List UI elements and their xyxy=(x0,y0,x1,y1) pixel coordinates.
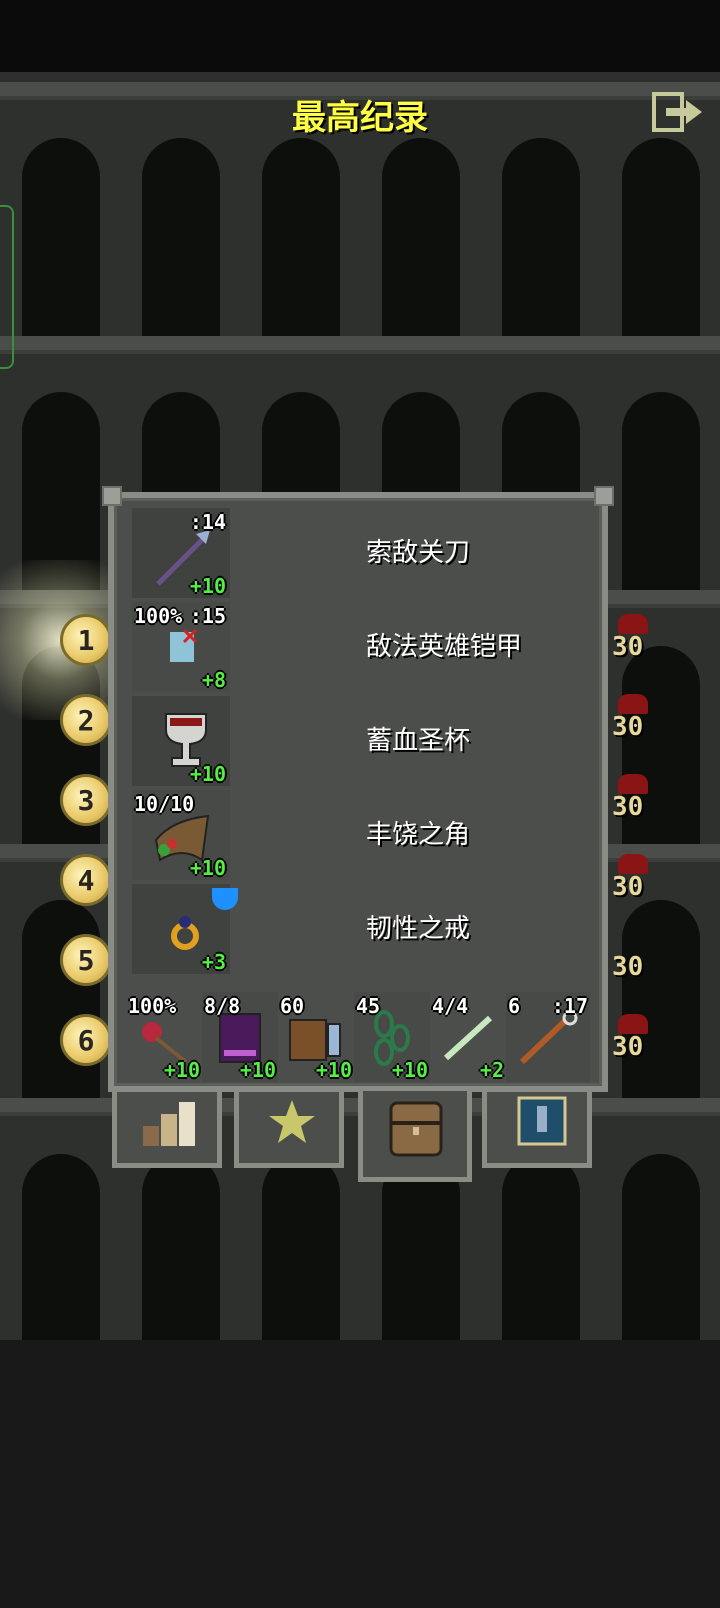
chest-icon xyxy=(289,1019,341,1061)
weapon-upgrade: +10 xyxy=(189,574,226,598)
quickslot-upgrade: +10 xyxy=(163,1058,200,1082)
quickslot-row: 100% +10 8/8 +10 60 +10 45 +10 4/4 +2 6 … xyxy=(126,992,590,1082)
weapon-slot[interactable]: :14 +10 xyxy=(132,508,230,598)
exit-button[interactable] xyxy=(652,92,704,132)
rank-medal[interactable]: 6 xyxy=(60,1014,112,1066)
chalice-icon xyxy=(165,713,207,767)
rank-number: 2 xyxy=(77,703,95,737)
staff-icon xyxy=(519,1010,578,1065)
artifact-upgrade: +10 xyxy=(189,762,226,786)
rank-number: 3 xyxy=(77,783,95,817)
rank-medal[interactable]: 5 xyxy=(60,934,112,986)
rank-number: 4 xyxy=(77,863,95,897)
tab-stats[interactable] xyxy=(112,1092,222,1168)
misc-name: 丰饶之角 xyxy=(366,820,471,850)
quickslot[interactable]: 4/4 +2 xyxy=(430,992,506,1082)
armor-durability: 100% xyxy=(134,604,183,628)
quickslot-upgrade: +2 xyxy=(479,1058,504,1082)
shield-buff-icon xyxy=(212,888,238,910)
score-badge: 30 xyxy=(612,614,660,684)
misc-slot[interactable]: 10/10 +10 xyxy=(132,790,230,880)
ring-icon xyxy=(171,916,199,950)
score-badge: 30 xyxy=(612,934,660,1004)
quickslot-upgrade: +10 xyxy=(391,1058,428,1082)
rank-medal[interactable]: 2 xyxy=(60,694,112,746)
panel-corner xyxy=(102,486,122,506)
quickslot-top-left: 45 xyxy=(356,994,381,1018)
score: 30 xyxy=(612,872,644,902)
rank-number: 5 xyxy=(77,943,95,977)
exit-icon xyxy=(652,92,702,132)
quickslot-upgrade: +10 xyxy=(315,1058,352,1082)
score: 30 xyxy=(612,712,644,742)
rank-number: 6 xyxy=(77,1023,95,1057)
score: 30 xyxy=(612,792,644,822)
quickslot-top-right: :17 xyxy=(551,994,588,1018)
armor-name: 敌法英雄铠甲 xyxy=(366,632,523,662)
quickslot[interactable]: 45 +10 xyxy=(354,992,430,1082)
helmet-icon xyxy=(618,854,648,874)
quickslot-top-left: 6 xyxy=(508,994,521,1018)
score-badge: 30 xyxy=(612,1014,660,1084)
score-badge: 30 xyxy=(612,854,660,924)
score: 30 xyxy=(612,952,644,982)
artifact-slot[interactable]: +10 xyxy=(132,696,230,786)
wand-icon xyxy=(443,1015,493,1061)
quickslot[interactable]: 100% +10 xyxy=(126,992,202,1082)
panel-corner xyxy=(594,486,614,506)
quickslot-top-left: 60 xyxy=(280,994,305,1018)
score: 30 xyxy=(612,1032,644,1062)
page-title: 最高纪录 xyxy=(292,98,428,138)
helmet-icon xyxy=(618,774,648,794)
tab-badges[interactable] xyxy=(234,1092,344,1168)
weapon-name: 索敌关刀 xyxy=(366,538,471,568)
quickslot[interactable]: 6 :17 xyxy=(506,992,590,1082)
tab-backpack[interactable] xyxy=(358,1086,472,1182)
score-badge: 30 xyxy=(612,694,660,764)
armor-icon xyxy=(170,628,198,662)
quickslot[interactable]: 60 +10 xyxy=(278,992,354,1082)
misc-upgrade: +10 xyxy=(189,856,226,880)
ring-upgrade: +3 xyxy=(201,950,226,974)
helmet-icon xyxy=(618,614,648,634)
helmet-icon xyxy=(618,1014,648,1034)
quickslot-top-left: 4/4 xyxy=(432,994,469,1018)
rank-medal[interactable]: 4 xyxy=(60,854,112,906)
rank-medal[interactable]: 3 xyxy=(60,774,112,826)
quickslot-top-left: 8/8 xyxy=(204,994,241,1018)
score: 30 xyxy=(612,632,644,662)
quickslot[interactable]: 8/8 +10 xyxy=(202,992,278,1082)
armor-upgrade: +8 xyxy=(201,668,226,692)
side-handle[interactable] xyxy=(0,205,14,369)
artifact-name: 蓄血圣杯 xyxy=(366,726,471,756)
armor-turns: :15 xyxy=(189,604,226,628)
journal-icon xyxy=(517,1096,567,1146)
rank-number: 1 xyxy=(77,623,95,657)
floor xyxy=(0,1340,720,1608)
ring-slot[interactable]: +3 xyxy=(132,884,238,974)
quickslot-upgrade: +10 xyxy=(239,1058,276,1082)
ring-name: 韧性之戒 xyxy=(366,914,471,944)
armor-slot[interactable]: 100% :15 +8 xyxy=(132,602,230,692)
weapon-turns: :14 xyxy=(189,510,226,534)
stats-icon xyxy=(143,1102,195,1146)
backpack-icon xyxy=(389,1101,443,1157)
misc-charges: 10/10 xyxy=(134,792,195,816)
rank-medal[interactable]: 1 xyxy=(60,614,112,666)
helmet-icon xyxy=(618,694,648,714)
top-bar xyxy=(0,0,720,72)
quickslot-top-left: 100% xyxy=(128,994,177,1018)
tab-journal[interactable] xyxy=(482,1092,592,1168)
badge-star-icon xyxy=(269,1100,315,1143)
score-badge: 30 xyxy=(612,774,660,844)
